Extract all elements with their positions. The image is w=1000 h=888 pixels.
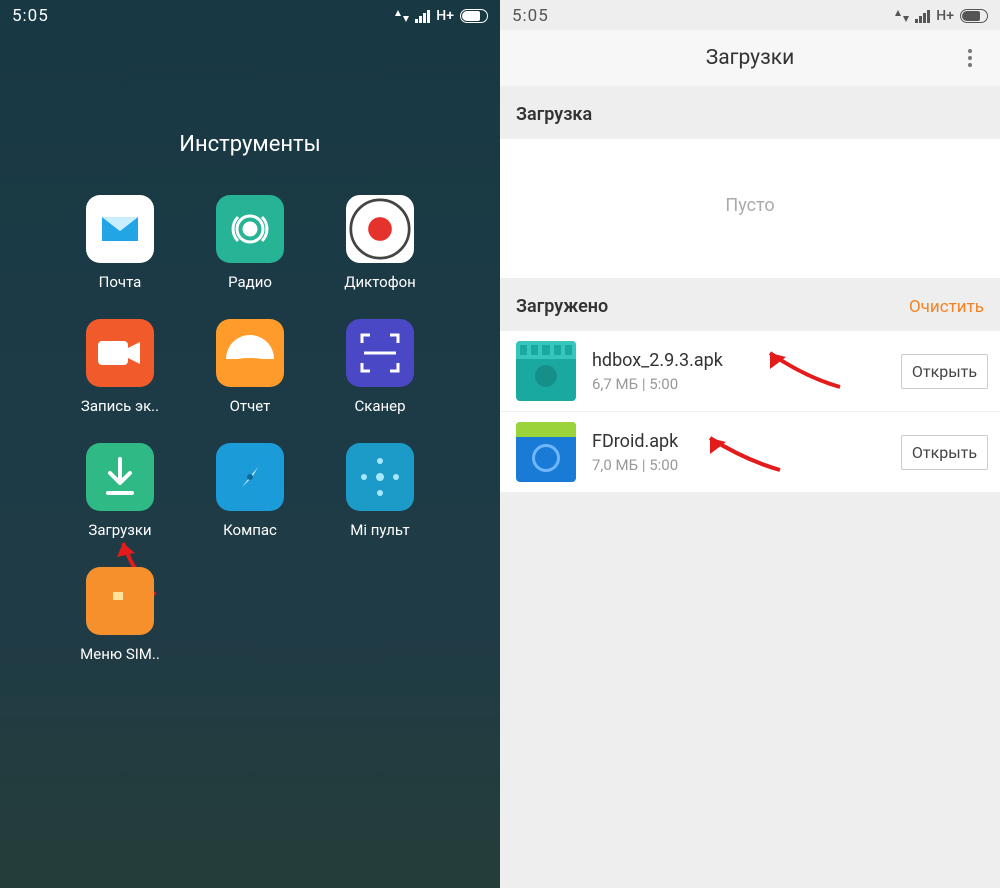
app-label: Mi пульт bbox=[350, 521, 409, 539]
header-title: Загрузки bbox=[706, 46, 794, 70]
status-time: 5:05 bbox=[512, 6, 549, 26]
section-title: Загрузка bbox=[516, 104, 592, 125]
app-mi-remote[interactable]: Mi пульт bbox=[315, 443, 445, 539]
empty-state: Пусто bbox=[500, 139, 1000, 278]
app-header: Загрузки bbox=[500, 30, 1000, 86]
data-transfer-icon bbox=[395, 9, 409, 23]
file-name: FDroid.apk bbox=[592, 431, 885, 452]
app-label: Сканер bbox=[354, 397, 405, 415]
folder-title: Инструменты bbox=[0, 132, 500, 157]
app-label: Радио bbox=[228, 273, 272, 291]
downloads-icon bbox=[86, 443, 154, 511]
app-label: Почта bbox=[99, 273, 142, 291]
signal-icon bbox=[415, 9, 430, 23]
app-radio[interactable]: Радио bbox=[185, 195, 315, 291]
battery-icon bbox=[460, 9, 488, 23]
app-label: Меню SIM.. bbox=[80, 645, 160, 663]
screen-downloads-app: 5:05 H+ Загрузки Загрузка Пусто Загружен… bbox=[500, 0, 1000, 888]
file-meta: 7,0 МБ | 5:00 bbox=[592, 456, 885, 474]
screen-recorder-icon bbox=[86, 319, 154, 387]
download-item[interactable]: FDroid.apk 7,0 МБ | 5:00 Открыть bbox=[500, 412, 1000, 493]
app-label: Отчет bbox=[230, 397, 271, 415]
radio-icon bbox=[216, 195, 284, 263]
compass-icon bbox=[216, 443, 284, 511]
app-recorder[interactable]: Диктофон bbox=[315, 195, 445, 291]
mi-remote-icon bbox=[346, 443, 414, 511]
open-button[interactable]: Открыть bbox=[901, 354, 988, 389]
app-label: Диктофон bbox=[344, 273, 416, 291]
app-label: Загрузки bbox=[88, 521, 151, 539]
download-list: hdbox_2.9.3.apk 6,7 МБ | 5:00 Открыть FD… bbox=[500, 331, 1000, 493]
open-button[interactable]: Открыть bbox=[901, 435, 988, 470]
app-mail[interactable]: Почта bbox=[55, 195, 185, 291]
section-downloaded: Загружено Очистить bbox=[500, 278, 1000, 331]
app-downloads[interactable]: Загрузки bbox=[55, 443, 185, 539]
apk-icon bbox=[516, 341, 576, 401]
app-label: Компас bbox=[223, 521, 277, 539]
download-item[interactable]: hdbox_2.9.3.apk 6,7 МБ | 5:00 Открыть bbox=[500, 331, 1000, 412]
clear-button[interactable]: Очистить bbox=[909, 297, 984, 317]
network-type: H+ bbox=[436, 8, 454, 24]
apk-icon bbox=[516, 422, 576, 482]
recorder-icon bbox=[346, 195, 414, 263]
screen-tools-folder: 5:05 H+ Инструменты Почта Радио Диктофон bbox=[0, 0, 500, 888]
app-scanner[interactable]: Сканер bbox=[315, 319, 445, 415]
report-icon bbox=[216, 319, 284, 387]
file-name: hdbox_2.9.3.apk bbox=[592, 350, 885, 371]
scanner-icon bbox=[346, 319, 414, 387]
network-type: H+ bbox=[936, 8, 954, 24]
mail-icon bbox=[86, 195, 154, 263]
section-downloading: Загрузка bbox=[500, 86, 1000, 139]
overflow-menu-icon[interactable] bbox=[958, 39, 982, 77]
status-time: 5:05 bbox=[12, 6, 49, 26]
app-compass[interactable]: Компас bbox=[185, 443, 315, 539]
app-label: Запись эк.. bbox=[81, 397, 159, 415]
status-bar: 5:05 H+ bbox=[0, 0, 500, 30]
apps-grid: Почта Радио Диктофон Запись эк.. Отчет bbox=[55, 195, 445, 663]
app-screen-recorder[interactable]: Запись эк.. bbox=[55, 319, 185, 415]
signal-icon bbox=[915, 9, 930, 23]
status-bar: 5:05 H+ bbox=[500, 0, 1000, 30]
section-title: Загружено bbox=[516, 296, 608, 317]
data-transfer-icon bbox=[895, 9, 909, 23]
app-report[interactable]: Отчет bbox=[185, 319, 315, 415]
file-meta: 6,7 МБ | 5:00 bbox=[592, 375, 885, 393]
app-sim-menu[interactable]: Меню SIM.. bbox=[55, 567, 185, 663]
sim-icon bbox=[86, 567, 154, 635]
battery-icon bbox=[960, 9, 988, 23]
